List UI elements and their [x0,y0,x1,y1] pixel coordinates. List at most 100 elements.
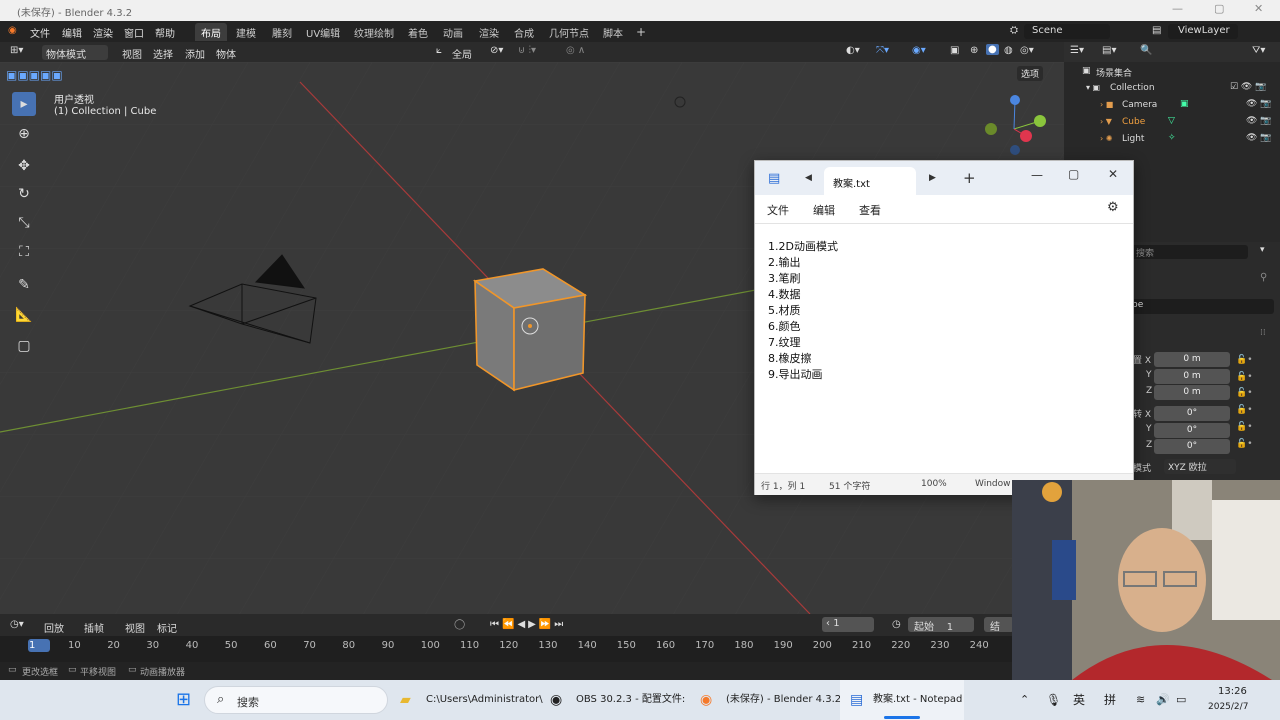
location-z-field[interactable]: 0 m [1154,385,1230,400]
tab-sculpting[interactable]: 雕刻 [266,23,298,41]
minimize-icon[interactable]: — [1172,2,1183,15]
tab-layout[interactable]: 布局 [195,23,227,41]
start-button-icon[interactable]: ⊞ [176,680,191,720]
pivot-icon[interactable]: ⊘▾ [490,45,503,56]
scene-collection-label[interactable]: 场景集合 [1096,66,1132,79]
outliner-row-camera[interactable]: › ■ Camera ▣ 👁 📷 [1064,99,1280,115]
close-icon[interactable]: ✕ [1254,2,1263,15]
proportional-edit-icon[interactable]: ◎ ∧ [566,45,585,56]
outliner-search-icon[interactable]: 🔍 [1140,45,1152,56]
shading-wireframe-icon[interactable]: ⊕ [970,45,978,56]
tab-geometry-nodes[interactable]: 几何节点 [543,23,595,41]
cube-visibility-icon[interactable]: 👁 📷 [1246,116,1272,126]
move-tool-icon[interactable]: ✥ [12,154,36,178]
clock-date[interactable]: 2025/2/7 [1208,702,1248,712]
filter-icon[interactable]: ⛛▾ [1252,45,1265,56]
add-cube-tool-icon[interactable]: ▢ [12,334,36,358]
wifi-icon[interactable]: ≋ [1136,680,1145,720]
tab-prev-icon[interactable]: ◀ [805,173,812,183]
gizmo-icon[interactable]: ⤧▾ [876,45,889,56]
taskbar-app-obs[interactable]: OBS 30.2.3 - 配置文件: 8 [576,680,686,720]
rotation-z-field[interactable]: 0° [1154,439,1230,454]
end-frame-field[interactable]: 结束 [984,617,1014,648]
tab-animation[interactable]: 动画 [437,23,469,41]
cursor-tool-icon[interactable]: ⊕ [12,122,36,146]
collection-checkbox-icon[interactable]: ☑ 👁 📷 [1230,82,1266,92]
snap-icon[interactable]: ⊍ ⫶▾ [518,45,536,56]
timeline-editor-icon[interactable]: ◷▾ [10,619,24,630]
location-y-field[interactable]: 0 m [1154,369,1230,384]
scale-tool-icon[interactable]: ⤡ [12,211,36,235]
shading-rendered-icon[interactable]: ◎▾ [1020,45,1034,56]
frame-ruler[interactable]: 1 10 20 30 40 50 60 70 80 90 100 110 120 130 140 150 160… [0,636,1064,662]
current-frame-field[interactable]: ‹ 1 [822,617,874,632]
maximize-icon[interactable]: ▢ [1214,2,1224,15]
add-workspace-button[interactable]: + [630,23,652,41]
outliner-row-cube[interactable]: › ▼ Cube ▽ 👁 📷 [1064,116,1280,132]
timeline-view-menu[interactable]: 视图 [125,620,145,635]
preview-range-icon[interactable]: ◷ [892,619,901,630]
scene-selector[interactable]: Scene [1024,24,1110,39]
outliner-display-icon[interactable]: ▤▾ [1102,45,1116,56]
notepad-text-area[interactable]: 1.2D动画模式 2.输出 3.笔刷 4.数据 5.材质 6.颜色 7.纹理 8… [755,223,1133,473]
shading-material-icon[interactable]: ◍ [1004,45,1013,56]
transform-orientation-selector[interactable]: 全局 [452,46,472,61]
notepad-close-icon[interactable]: ✕ [1108,167,1118,181]
menu-view[interactable]: 视图 [122,46,142,61]
annotate-tool-icon[interactable]: ✎ [12,273,36,297]
mode-selector[interactable]: 物体模式 [42,45,108,61]
menu-help[interactable]: 帮助 [155,25,175,40]
folder-icon[interactable]: ▰ [400,680,411,720]
light-visibility-icon[interactable]: 👁 📷 [1246,133,1272,143]
properties-dropdown-icon[interactable]: ▾ [1260,245,1265,255]
tab-shading[interactable]: 着色 [402,23,434,41]
editor-type-icon[interactable]: ⊞▾ [10,45,23,56]
volume-icon[interactable]: 🔊 [1156,680,1170,720]
clock-time[interactable]: 13:26 [1218,686,1247,697]
new-tab-icon[interactable]: + [963,169,976,187]
rotation-y-field[interactable]: 0° [1154,423,1230,438]
tray-expand-icon[interactable]: ⌃ [1020,680,1029,720]
notepad-settings-icon[interactable]: ⚙ [1107,200,1119,215]
visibility-icon[interactable]: ◐▾ [846,45,860,56]
view-layer-selector[interactable]: ViewLayer [1168,24,1238,39]
timeline-marker-menu[interactable]: 标记 [157,620,177,635]
menu-render[interactable]: 渲染 [93,25,113,40]
object-name-field[interactable]: be [1124,299,1274,314]
blender-logo-icon[interactable]: ◉ [8,25,17,36]
taskbar-app-blender[interactable]: (未保存) - Blender 4.3.2 [726,680,841,720]
microphone-icon[interactable]: 🎙 [1046,680,1061,720]
ime-language[interactable]: 英 [1073,680,1085,720]
rotation-mode-selector[interactable]: XYZ 欧拉 [1164,459,1236,474]
properties-search[interactable]: 搜索 [1130,245,1248,259]
menu-window[interactable]: 窗口 [124,25,144,40]
tab-scripting[interactable]: 脚本 [597,23,629,41]
notepad-maximize-icon[interactable]: ▢ [1068,167,1079,181]
tab-texture-paint[interactable]: 纹理绘制 [348,23,400,41]
menu-file[interactable]: 文件 [30,25,50,40]
obs-icon[interactable]: ◉ [550,680,562,720]
timeline-playback-menu[interactable]: 回放 [44,620,64,635]
select-box-tool-icon[interactable]: ▸ [12,92,36,116]
transform-tool-icon[interactable]: ⛶ [12,240,36,264]
notepad-minimize-icon[interactable]: — [1031,168,1043,182]
pin-icon[interactable]: ⚲ [1260,272,1267,283]
rotate-tool-icon[interactable]: ↻ [12,182,36,206]
tab-next-icon[interactable]: ▶ [929,173,936,183]
measure-tool-icon[interactable]: 📐 [12,303,36,327]
auto-keying-icon[interactable]: ◯ [454,619,465,630]
start-frame-field[interactable]: 起始 1 [908,617,974,633]
notepad-menu-file[interactable]: 文件 [767,202,789,218]
blender-icon[interactable]: ◉ [700,680,712,720]
notepad-menu-view[interactable]: 查看 [859,202,881,218]
shading-solid-icon[interactable]: ● [986,44,999,55]
menu-select[interactable]: 选择 [153,46,173,61]
tab-rendering[interactable]: 渲染 [473,23,505,41]
playback-controls-icon[interactable]: ⏮⏪◀▶⏩⏭ [490,619,566,630]
lock-icons[interactable]: 🔓• 🔓• 🔓• 🔓• 🔓• 🔓• [1236,352,1266,457]
outliner-row-light[interactable]: › ✺ Light ✧ 👁 📷 [1064,133,1280,149]
location-x-field[interactable]: 0 m [1154,352,1230,367]
tab-uv-editing[interactable]: UV编辑 [300,23,346,41]
notepad-menu-edit[interactable]: 编辑 [813,202,835,218]
taskbar-search[interactable]: ⌕ 搜索 [204,686,388,714]
